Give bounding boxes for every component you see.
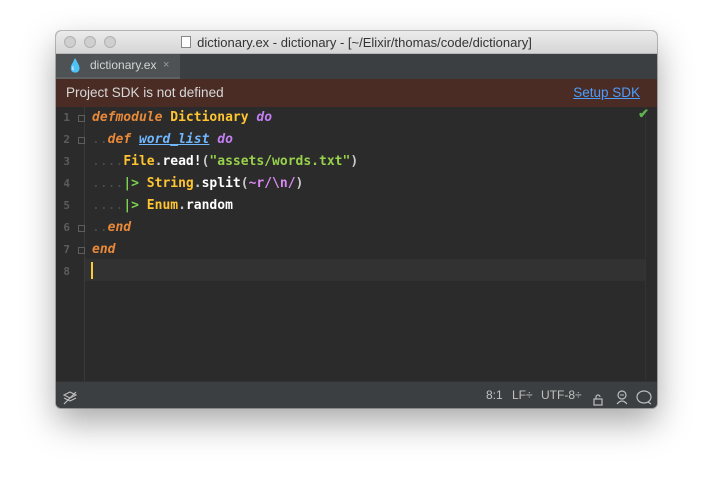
window-title: dictionary.ex - dictionary - [~/Elixir/t… <box>197 35 532 50</box>
fold-icon[interactable] <box>78 225 85 232</box>
sdk-notification-bar: Project SDK is not defined Setup SDK <box>56 79 657 107</box>
ide-window: dictionary.ex - dictionary - [~/Elixir/t… <box>56 31 657 408</box>
tab-dictionary-ex[interactable]: 💧 dictionary.ex × <box>56 54 180 79</box>
editor-tab-bar: 💧 dictionary.ex × <box>56 54 657 80</box>
title-bar: dictionary.ex - dictionary - [~/Elixir/t… <box>56 31 657 54</box>
layers-icon[interactable] <box>62 388 78 408</box>
text-caret <box>91 262 93 279</box>
caret-position[interactable]: 8:1 <box>486 382 503 408</box>
code-line: ....File.read!("assets/words.txt") <box>92 154 359 169</box>
fold-icon[interactable] <box>78 137 85 144</box>
setup-sdk-link[interactable]: Setup SDK <box>573 79 640 107</box>
window-title-container: dictionary.ex - dictionary - [~/Elixir/t… <box>56 35 657 50</box>
inspector-icon[interactable] <box>615 388 629 408</box>
line-ending-selector[interactable]: LF÷ <box>512 382 533 408</box>
line-number: 2 <box>63 133 70 146</box>
code-editor[interactable]: 1 2 3 4 5 6 7 8 defmodule Dictionary do … <box>56 106 657 381</box>
code-line: end <box>92 242 116 257</box>
encoding-selector[interactable]: UTF-8÷ <box>541 382 582 408</box>
line-number: 1 <box>63 111 70 124</box>
status-bar: 8:1 LF÷ UTF-8÷ <box>56 381 657 408</box>
lock-icon[interactable] <box>593 389 603 408</box>
tab-label: dictionary.ex <box>90 58 157 72</box>
line-number: 5 <box>63 199 70 212</box>
fold-icon[interactable] <box>78 115 85 122</box>
code-line: defmodule Dictionary do <box>92 110 273 125</box>
code-line: ....|> String.split(~r/\n/) <box>92 176 304 191</box>
vertical-scrollbar[interactable] <box>645 107 657 381</box>
line-number: 6 <box>63 221 70 234</box>
tab-close-icon[interactable]: × <box>163 54 169 77</box>
code-line: ....|> Enum.random <box>92 198 233 213</box>
event-log-icon[interactable] <box>636 388 652 408</box>
code-line: ..end <box>92 220 132 235</box>
code-line: ..def word_list do <box>92 132 233 147</box>
elixir-file-icon: 💧 <box>67 58 84 73</box>
line-number: 7 <box>63 243 70 256</box>
file-icon <box>181 36 192 48</box>
fold-icon[interactable] <box>78 247 85 254</box>
line-number: 8 <box>63 265 70 278</box>
inspection-ok-icon[interactable]: ✔ <box>638 106 649 122</box>
current-line-highlight <box>85 259 645 281</box>
line-number-gutter[interactable]: 1 2 3 4 5 6 7 8 <box>56 107 85 381</box>
notification-message: Project SDK is not defined <box>66 85 224 100</box>
line-number: 4 <box>63 177 70 190</box>
line-number: 3 <box>63 155 70 168</box>
